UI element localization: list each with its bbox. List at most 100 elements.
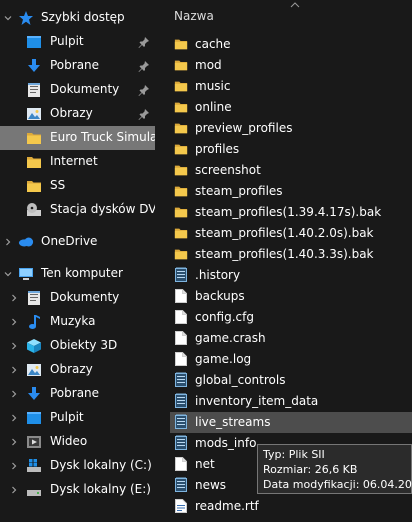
file-name: game.crash [195,330,266,345]
nav-item[interactable]: Euro Truck Simulator [0,126,155,150]
column-header-name[interactable]: Nazwa [155,0,412,32]
file-row[interactable]: mod [170,55,412,76]
nav-item[interactable]: Internet [0,150,155,174]
folder-icon [174,57,188,73]
file-row[interactable]: profiles [170,139,412,160]
file-name: live_streams [195,414,271,429]
folder-icon [174,246,188,262]
dvd-drive-icon [26,202,42,218]
nav-item[interactable]: OneDrive [0,230,155,254]
nav-item[interactable]: Dysk lokalny (E:) [0,478,155,502]
chevron-right-icon[interactable] [8,382,20,406]
tooltip-type: Typ: Plik SII [263,448,325,461]
file-name: inventory_item_data [195,393,319,408]
chevron-right-icon[interactable] [8,358,20,382]
file-row[interactable]: live_streams [170,411,412,433]
nav-item[interactable]: Ten komputer [0,262,155,286]
nav-item[interactable]: Obiekty 3D [0,334,155,358]
nav-item[interactable]: Pobrane [0,54,155,78]
nav-item[interactable]: SS [0,174,155,198]
chevron-right-icon[interactable] [2,230,14,254]
notepad-icon [174,372,188,388]
file-row[interactable]: game.crash [170,328,412,349]
nav-item-label: Obrazy [50,362,93,376]
video-icon [26,434,42,450]
file-name: screenshot [195,162,261,177]
file-name: online [195,99,232,114]
chevron-right-icon[interactable] [8,454,20,478]
file-row[interactable]: steam_profiles(1.40.2.0s).bak [170,223,412,244]
folder-icon [174,36,188,52]
rtf-icon [174,498,188,514]
desktop-blue-icon [26,34,42,50]
pin-icon [138,60,150,72]
file-row[interactable]: game.log [170,349,412,370]
nav-item-label: OneDrive [41,234,98,248]
file-row[interactable]: global_controls [170,370,412,391]
folder-icon [174,225,188,241]
file-row[interactable]: .history [170,265,412,286]
folder-icon [174,183,188,199]
file-name: mods_info [195,435,257,450]
nav-item[interactable]: Pulpit [0,406,155,430]
computer-icon [18,266,34,282]
file-row[interactable]: music [170,76,412,97]
nav-item-label: Obrazy [50,106,93,120]
file-name: steam_profiles(1.39.4.17s).bak [195,204,382,219]
pin-icon [138,36,150,48]
chevron-right-icon[interactable] [8,478,20,502]
nav-item[interactable]: Obrazy [0,102,155,126]
file-row[interactable]: cache [170,34,412,55]
chevron-right-icon[interactable] [8,334,20,358]
file-row[interactable]: inventory_item_data [170,391,412,412]
file-name: steam_profiles(1.40.3.3s).bak [195,246,374,261]
file-row[interactable]: steam_profiles(1.40.3.3s).bak [170,244,412,265]
chevron-right-icon[interactable] [8,286,20,310]
nav-item-label: Dysk lokalny (E:) [50,482,151,496]
nav-item-label: Wideo [50,434,88,448]
folder-icon [26,178,42,194]
tooltip-modified: Data modyfikacji: 06.04.2021 [263,478,412,491]
nav-item[interactable]: Pulpit [0,30,155,54]
folder-icon [174,99,188,115]
notepad-icon [174,435,188,451]
folder-icon [174,141,188,157]
file-row[interactable]: config.cfg [170,307,412,328]
chevron-right-icon[interactable] [8,430,20,454]
notepad-icon [174,477,188,493]
file-row[interactable]: online [170,97,412,118]
file-row[interactable]: steam_profiles(1.39.4.17s).bak [170,202,412,223]
nav-item[interactable]: Stacja dysków DVD [0,198,155,222]
file-row[interactable]: screenshot [170,160,412,181]
nav-item-label: Stacja dysków DVD [50,202,155,216]
notepad-icon [174,414,188,430]
notepad-icon [174,267,188,283]
pin-icon [138,108,150,120]
nav-item[interactable]: Muzyka [0,310,155,334]
chevron-right-icon[interactable] [8,406,20,430]
chevron-down-icon[interactable] [2,262,14,286]
nav-item[interactable]: Dysk lokalny (C:) [0,454,155,478]
file-name: global_controls [195,372,286,387]
nav-item[interactable]: Dokumenty [0,78,155,102]
nav-item-label: Pulpit [50,34,84,48]
file-row[interactable]: steam_profiles [170,181,412,202]
nav-item[interactable]: Szybki dostęp [0,6,155,30]
folder-icon [174,204,188,220]
windows-drive-icon [26,458,42,474]
file-name: steam_profiles [195,183,283,198]
nav-item[interactable]: Wideo [0,430,155,454]
nav-item[interactable]: Pobrane [0,382,155,406]
nav-item-label: Dysk lokalny (C:) [50,458,152,472]
nav-item-label: Pobrane [50,58,100,72]
file-row[interactable]: backups [170,286,412,307]
file-row[interactable]: readme.rtf [170,496,412,517]
nav-item[interactable]: Obrazy [0,358,155,382]
file-row[interactable]: preview_profiles [170,118,412,139]
chevron-down-icon[interactable] [2,6,14,30]
chevron-right-icon[interactable] [8,310,20,334]
tooltip-size: Rozmiar: 26,6 KB [263,463,358,476]
file-icon [174,456,188,472]
nav-item-label: Pobrane [50,386,100,400]
nav-item[interactable]: Dokumenty [0,286,155,310]
